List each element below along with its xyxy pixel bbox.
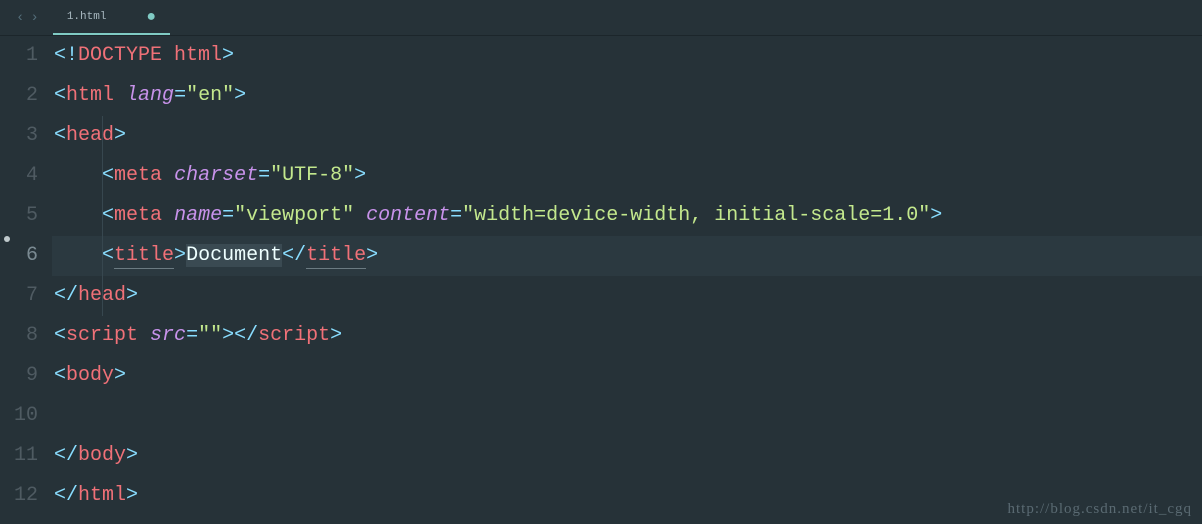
string: "" (198, 324, 222, 347)
punct: > (174, 244, 186, 267)
punct: > (234, 84, 246, 107)
punct: = (186, 324, 198, 347)
code-line[interactable]: </body> (52, 436, 1202, 476)
punct: < (102, 204, 114, 227)
tag: script (66, 324, 138, 347)
punct: > (126, 284, 138, 307)
tab-filename: 1.html (67, 11, 107, 23)
space (354, 204, 366, 227)
space (138, 324, 150, 347)
line-number: 3 (0, 116, 38, 156)
line-number: 4 (0, 156, 38, 196)
punct: > (114, 124, 126, 147)
code-line[interactable]: <html lang="en"> (52, 76, 1202, 116)
line-number: 2 (0, 76, 38, 116)
space (114, 84, 126, 107)
line-number: 10 (0, 396, 38, 436)
indent (54, 244, 102, 267)
punct: </ (282, 244, 306, 267)
code-line[interactable]: </head> (52, 276, 1202, 316)
string: "en" (186, 84, 234, 107)
string: "viewport" (234, 204, 354, 227)
code-line[interactable]: <!DOCTYPE html> (52, 36, 1202, 76)
tag: title (114, 244, 174, 269)
punct: < (102, 164, 114, 187)
modified-marker-icon (4, 236, 10, 242)
tag: body (66, 364, 114, 387)
line-number: 5 (0, 196, 38, 236)
line-number: 12 (0, 476, 38, 516)
attr: content (366, 204, 450, 227)
punct: <! (54, 44, 78, 67)
indent (54, 204, 102, 227)
code-line[interactable]: <meta name="viewport" content="width=dev… (52, 196, 1202, 236)
tag: title (306, 244, 366, 269)
nav-back-icon[interactable]: ‹ (16, 10, 24, 26)
punct: < (54, 364, 66, 387)
tag: meta (114, 164, 162, 187)
attr: charset (174, 164, 258, 187)
punct: > (126, 444, 138, 467)
tag: meta (114, 204, 162, 227)
string: "UTF-8" (270, 164, 354, 187)
punct: > (330, 324, 342, 347)
punct: > (366, 244, 378, 267)
code-line[interactable]: <title>Document</title> (52, 236, 1202, 276)
punct: < (54, 124, 66, 147)
line-number: 9 (0, 356, 38, 396)
code-line[interactable]: <script src=""></script> (52, 316, 1202, 356)
line-number: 7 (0, 276, 38, 316)
punct: = (222, 204, 234, 227)
line-number: 6 (0, 236, 38, 276)
code-line[interactable]: <meta charset="UTF-8"> (52, 156, 1202, 196)
tag: script (258, 324, 330, 347)
tag: html (66, 84, 114, 107)
punct: > (222, 44, 234, 67)
punct: = (450, 204, 462, 227)
line-number: 1 (0, 36, 38, 76)
attr: src (150, 324, 186, 347)
code-line[interactable]: <body> (52, 356, 1202, 396)
punct: </ (54, 284, 78, 307)
punct: </ (54, 444, 78, 467)
punct: < (54, 324, 66, 347)
indent (54, 164, 102, 187)
space (162, 204, 174, 227)
punct: > (354, 164, 366, 187)
space (162, 164, 174, 187)
line-gutter: 1 2 3 4 5 6 7 8 9 10 11 12 (0, 36, 52, 516)
tag: head (66, 124, 114, 147)
punct: = (258, 164, 270, 187)
punct: </ (54, 484, 78, 507)
punct: < (54, 84, 66, 107)
nav-arrows: ‹ › (8, 10, 47, 26)
watermark-text: http://blog.csdn.net/it_cgq (1008, 501, 1193, 518)
tag: body (78, 444, 126, 467)
punct: > (930, 204, 942, 227)
line-number: 8 (0, 316, 38, 356)
code-line[interactable] (52, 396, 1202, 436)
tab-dirty-icon: ● (146, 9, 156, 25)
line-number: 11 (0, 436, 38, 476)
code-area[interactable]: <!DOCTYPE html> <html lang="en"> <head> … (52, 36, 1202, 516)
tag: html (78, 484, 126, 507)
punct: > (114, 364, 126, 387)
code-line[interactable]: <head> (52, 116, 1202, 156)
punct: </ (234, 324, 258, 347)
attr: lang (126, 84, 174, 107)
string: "width=device-width, initial-scale=1.0" (462, 204, 930, 227)
tab-file[interactable]: 1.html ● (53, 0, 170, 35)
punct: < (102, 244, 114, 267)
attr: name (174, 204, 222, 227)
punct: = (174, 84, 186, 107)
punct: > (126, 484, 138, 507)
tab-bar: ‹ › 1.html ● (0, 0, 1202, 36)
title-text: Document (186, 244, 282, 267)
nav-forward-icon[interactable]: › (30, 10, 38, 26)
punct: > (222, 324, 234, 347)
code-editor[interactable]: 1 2 3 4 5 6 7 8 9 10 11 12 <!DOCTYPE htm… (0, 36, 1202, 516)
doctype: DOCTYPE html (78, 44, 222, 67)
indent-guide (102, 116, 103, 316)
